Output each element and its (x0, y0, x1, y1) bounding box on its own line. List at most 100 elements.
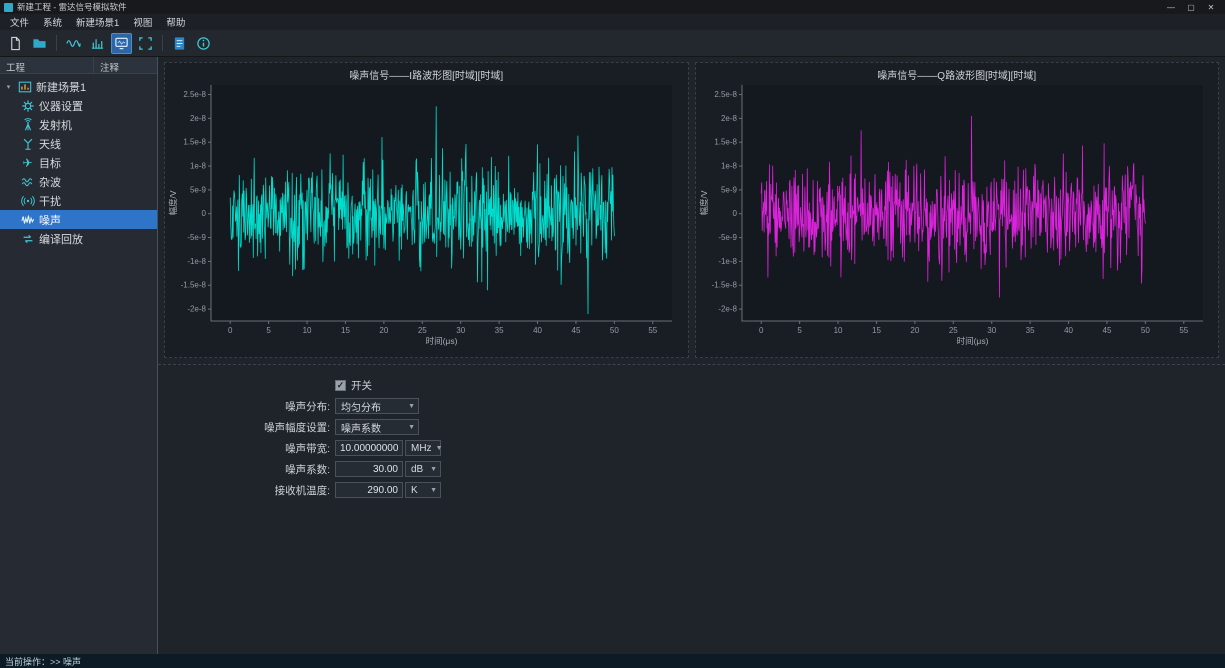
playback-icon (20, 231, 35, 246)
spectrum-view-icon[interactable] (87, 33, 108, 54)
new-project-icon[interactable] (5, 33, 26, 54)
noise-distribution-select[interactable]: 均匀分布 ▼ (335, 398, 419, 414)
svg-text:时间(μs): 时间(μs) (426, 336, 458, 346)
svg-text:2e-8: 2e-8 (720, 114, 737, 123)
tree-item-scene[interactable]: ▾ 新建场景1 (0, 77, 157, 96)
chart-title: 噪声信号——Q路波形图[时域][时域] (696, 63, 1219, 79)
tree-item-antenna[interactable]: 天线 (0, 134, 157, 153)
svg-text:2.5e-8: 2.5e-8 (714, 90, 737, 99)
noise-amplitude-mode-select[interactable]: 噪声系数 ▼ (335, 419, 419, 435)
status-text: 当前操作：>> 噪声 (5, 655, 81, 668)
svg-text:5e-9: 5e-9 (190, 185, 207, 194)
noise-figure-unit-select[interactable]: dB ▼ (405, 461, 441, 477)
tree-header-project: 工程 (0, 57, 94, 73)
menu-item-help[interactable]: 帮助 (159, 14, 192, 30)
tree-item-label: 新建场景1 (36, 79, 86, 95)
svg-text:幅度/V: 幅度/V (699, 190, 709, 215)
svg-text:55: 55 (648, 326, 657, 335)
svg-text:2.5e-8: 2.5e-8 (183, 90, 206, 99)
info-icon[interactable] (193, 33, 214, 54)
svg-text:-1.5e-8: -1.5e-8 (181, 281, 207, 290)
project-tree: ▾ 新建场景1仪器设置发射机天线✈目标杂波干扰噪声编译回放 (0, 74, 157, 654)
receiver-temp-input[interactable] (335, 482, 403, 498)
noise-switch-checkbox[interactable]: ✓ (335, 380, 346, 391)
svg-text:25: 25 (418, 326, 427, 335)
svg-text:1.5e-8: 1.5e-8 (183, 138, 206, 147)
tree-expand-icon[interactable]: ▾ (4, 83, 13, 91)
waveform-view-icon[interactable] (63, 33, 84, 54)
noise-bandwidth-unit-select[interactable]: MHz ▼ (405, 440, 441, 456)
layout-expand-icon[interactable] (135, 33, 156, 54)
noise-figure-unit-value: dB (411, 464, 423, 475)
svg-text:25: 25 (948, 326, 957, 335)
tree-item-clutter[interactable]: 杂波 (0, 172, 157, 191)
noise-settings-form: ✓ 开关 噪声分布: 均匀分布 ▼ 噪声幅度设置: 噪声系数 ▼ (158, 365, 1225, 503)
noise-figure-row: 噪声系数: dB ▼ (246, 461, 1225, 477)
svg-text:时间(μs): 时间(μs) (956, 336, 988, 346)
svg-text:5e-9: 5e-9 (720, 185, 737, 194)
tree-item-label: 编译回放 (39, 231, 83, 247)
tree-item-instrument-settings[interactable]: 仪器设置 (0, 96, 157, 115)
noise-figure-input[interactable] (335, 461, 403, 477)
svg-text:50: 50 (610, 326, 619, 335)
noise-distribution-value: 均匀分布 (341, 399, 381, 414)
tree-item-noise[interactable]: 噪声 (0, 210, 157, 229)
noise-figure-label: 噪声系数: (246, 462, 330, 477)
tree-item-transmitter[interactable]: 发射机 (0, 115, 157, 134)
scene-icon (17, 79, 32, 94)
receiver-temp-unit-select[interactable]: K ▼ (405, 482, 441, 498)
svg-text:0: 0 (758, 326, 763, 335)
svg-text:1e-8: 1e-8 (720, 162, 737, 171)
chart-plot: 2.5e-82e-81.5e-81e-85e-90-5e-9-1e-8-1.5e… (696, 79, 1217, 351)
window-title: 新建工程 - 雷达信号模拟软件 (17, 1, 127, 13)
chevron-down-icon: ▼ (404, 424, 415, 431)
svg-text:-2e-8: -2e-8 (718, 305, 737, 314)
noise-bandwidth-input[interactable] (335, 440, 403, 456)
svg-text:20: 20 (910, 326, 919, 335)
svg-text:0: 0 (228, 326, 233, 335)
svg-text:35: 35 (1025, 326, 1034, 335)
receiver-temp-label: 接收机温度: (246, 483, 330, 498)
svg-text:0: 0 (732, 209, 737, 218)
toolbar (0, 30, 1225, 57)
toolbar-separator (56, 35, 57, 51)
instrument-settings-icon (20, 98, 35, 113)
svg-text:15: 15 (872, 326, 881, 335)
minimize-button[interactable]: — (1161, 0, 1181, 14)
noise-distribution-row: 噪声分布: 均匀分布 ▼ (246, 398, 1225, 414)
report-icon[interactable] (169, 33, 190, 54)
svg-text:45: 45 (572, 326, 581, 335)
menu-item-file[interactable]: 文件 (3, 14, 36, 30)
chevron-down-icon: ▼ (426, 466, 437, 473)
svg-text:1e-8: 1e-8 (190, 162, 207, 171)
menu-item-view[interactable]: 视图 (126, 14, 159, 30)
menu-item-system[interactable]: 系统 (36, 14, 69, 30)
svg-text:35: 35 (495, 326, 504, 335)
maximize-button[interactable]: ▢ (1181, 0, 1201, 14)
svg-text:幅度/V: 幅度/V (168, 190, 178, 215)
titlebar: 新建工程 - 雷达信号模拟软件 — ▢ ✕ (0, 0, 1225, 14)
target-icon: ✈ (20, 155, 35, 170)
chart-title: 噪声信号——I路波形图[时域][时域] (165, 63, 688, 79)
noise-amplitude-mode-label: 噪声幅度设置: (246, 420, 330, 435)
svg-text:5: 5 (266, 326, 271, 335)
noise-bandwidth-unit-value: MHz (411, 443, 432, 454)
receiver-temp-unit-value: K (411, 485, 418, 496)
tree-item-playback[interactable]: 编译回放 (0, 229, 157, 248)
tree-item-interference[interactable]: 干扰 (0, 191, 157, 210)
scene-display-icon[interactable] (111, 33, 132, 54)
statusbar: 当前操作：>> 噪声 (0, 654, 1225, 668)
tree-item-target[interactable]: ✈目标 (0, 153, 157, 172)
svg-text:40: 40 (1064, 326, 1073, 335)
tree-header-comment: 注释 (94, 57, 125, 73)
close-button[interactable]: ✕ (1201, 0, 1221, 14)
svg-text:-1.5e-8: -1.5e-8 (711, 281, 737, 290)
open-project-icon[interactable] (29, 33, 50, 54)
menu-item-scene[interactable]: 新建场景1 (69, 14, 126, 30)
chart-i-panel: 噪声信号——I路波形图[时域][时域]2.5e-82e-81.5e-81e-85… (164, 62, 689, 358)
noise-distribution-label: 噪声分布: (246, 399, 330, 414)
tree-header: 工程 注释 (0, 57, 157, 74)
svg-text:40: 40 (533, 326, 542, 335)
svg-text:-5e-9: -5e-9 (187, 233, 206, 242)
antenna-icon (20, 136, 35, 151)
